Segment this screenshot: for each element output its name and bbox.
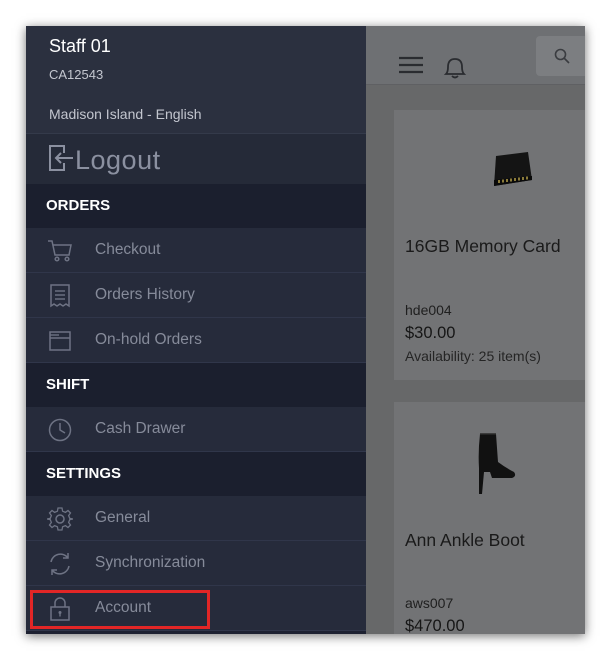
cart-icon — [47, 238, 73, 264]
logout-icon — [48, 144, 74, 177]
section-settings-label: SETTINGS — [46, 465, 122, 482]
menu-item-cash-drawer[interactable]: Cash Drawer — [26, 407, 366, 452]
product-availability: Availability: 25 item(s) — [405, 348, 541, 364]
memory-card-image — [490, 150, 534, 195]
menu-item-synchronization[interactable]: Synchronization — [26, 541, 366, 586]
sync-icon — [47, 551, 73, 577]
product-price: $30.00 — [405, 324, 456, 342]
logout-label: Logout — [75, 145, 161, 175]
product-card[interactable]: 16GB Memory Card hde004 $30.00 Availabil… — [394, 110, 585, 380]
folder-icon — [47, 328, 73, 354]
product-name: 16GB Memory Card — [405, 236, 561, 256]
staff-name: Staff 01 — [49, 36, 111, 56]
section-orders-label: ORDERS — [46, 197, 111, 214]
logout-button[interactable]: Logout — [26, 133, 366, 185]
hamburger-menu-icon[interactable] — [399, 56, 423, 79]
section-settings: SETTINGS — [26, 452, 366, 496]
staff-profile: Staff 01 CA12543 Madison Island - Englis… — [26, 26, 366, 133]
menu-item-label: Checkout — [95, 241, 161, 258]
menu-item-label: Synchronization — [95, 554, 206, 571]
product-sku: aws007 — [405, 595, 454, 611]
menu-item-onhold-orders[interactable]: On-hold Orders — [26, 318, 366, 363]
section-shift-label: SHIFT — [46, 376, 90, 393]
top-bar — [366, 26, 585, 85]
highlight-box — [30, 590, 210, 629]
menu-item-label: On-hold Orders — [95, 331, 202, 348]
product-sku: hde004 — [405, 302, 452, 318]
product-price: $470.00 — [405, 617, 465, 634]
section-shift: SHIFT — [26, 363, 366, 407]
ankle-boot-image — [472, 432, 518, 501]
store-name[interactable]: Madison Island - English — [49, 106, 202, 122]
search-box[interactable] — [536, 36, 585, 76]
gear-icon — [46, 506, 74, 532]
menu-item-label: Cash Drawer — [95, 420, 186, 437]
menu-item-general[interactable]: General — [26, 496, 366, 541]
staff-code: CA12543 — [49, 67, 104, 82]
clock-icon — [47, 417, 73, 443]
product-card[interactable]: Ann Ankle Boot aws007 $470.00 — [394, 402, 585, 634]
product-name: Ann Ankle Boot — [405, 530, 525, 550]
section-orders: ORDERS — [26, 184, 366, 228]
menu-item-label: Orders History — [95, 286, 195, 303]
navigation-drawer: Staff 01 CA12543 Madison Island - Englis… — [26, 26, 366, 634]
search-icon — [554, 48, 570, 69]
bell-icon[interactable] — [442, 54, 468, 85]
menu-item-label: General — [95, 509, 151, 526]
menu-item-checkout[interactable]: Checkout — [26, 228, 366, 273]
receipt-icon — [47, 283, 73, 309]
app-window: 16GB Memory Card hde004 $30.00 Availabil… — [26, 26, 585, 634]
menu-item-orders-history[interactable]: Orders History — [26, 273, 366, 318]
